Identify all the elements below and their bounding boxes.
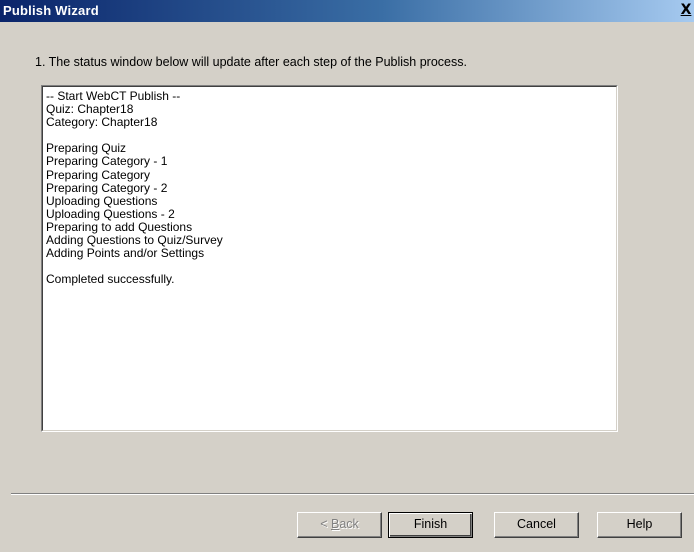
help-button[interactable]: Help <box>597 512 682 538</box>
close-icon: X <box>680 2 692 18</box>
window-title: Publish Wizard <box>3 3 99 18</box>
status-window[interactable]: -- Start WebCT Publish -- Quiz: Chapter1… <box>41 85 618 432</box>
status-line: Uploading Questions - 2 <box>46 206 175 221</box>
back-button[interactable]: < Back <box>297 512 382 538</box>
status-line-blank <box>46 129 613 142</box>
status-line: Preparing Category - 1 <box>46 154 168 169</box>
status-line: Preparing Category <box>46 167 151 182</box>
button-separator <box>11 493 694 495</box>
cancel-button[interactable]: Cancel <box>494 512 579 538</box>
status-line-completed: Completed successfully. <box>46 272 175 287</box>
status-log: -- Start WebCT Publish -- Quiz: Chapter1… <box>42 86 617 431</box>
title-bar[interactable]: Publish Wizard X <box>0 0 694 22</box>
finish-button[interactable]: Finish <box>388 512 473 538</box>
back-button-label: ack <box>339 517 359 531</box>
status-line: Category: Chapter18 <box>46 115 158 130</box>
close-button[interactable]: X <box>679 2 693 18</box>
back-button-prefix: < <box>320 517 331 531</box>
status-line: Adding Points and/or Settings <box>46 246 205 261</box>
status-line: Uploading Questions <box>46 193 158 208</box>
status-line: Preparing Category - 2 <box>46 180 168 195</box>
instruction-text: 1. The status window below will update a… <box>35 55 467 69</box>
